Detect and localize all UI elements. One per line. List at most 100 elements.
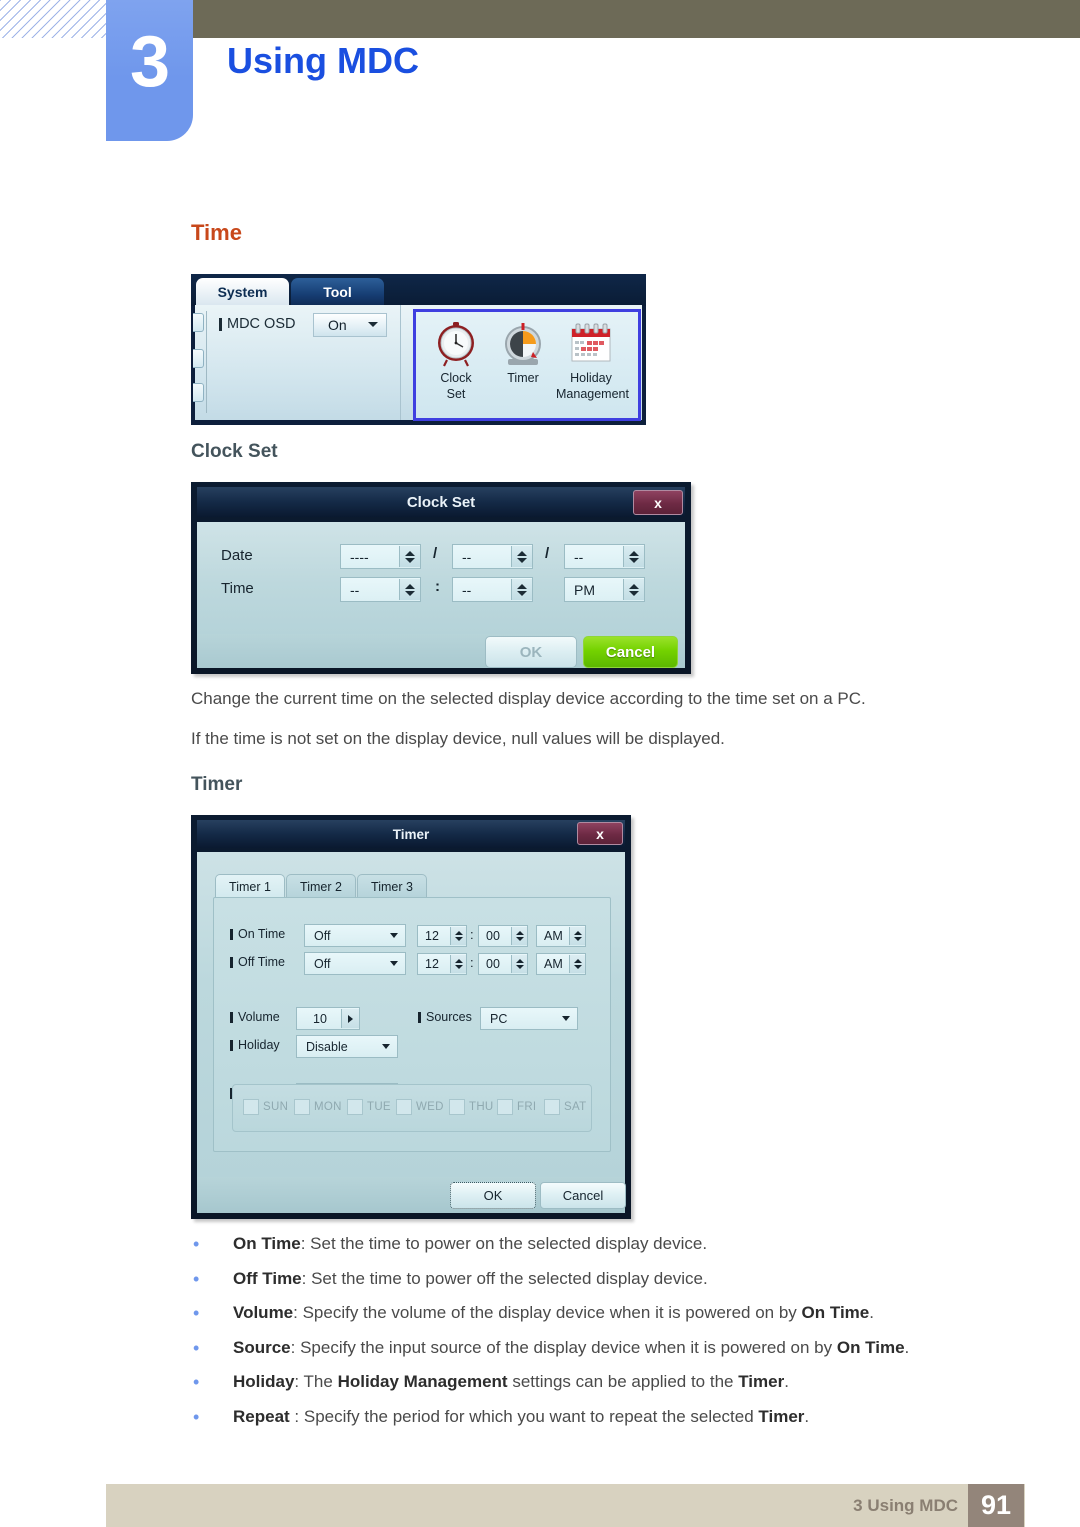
spinner-arrows-icon[interactable] <box>623 546 644 567</box>
checkbox-sat[interactable]: SAT <box>544 1099 586 1115</box>
tool-timer-label-line1: Timer <box>507 371 539 385</box>
checkbox-tue[interactable]: TUE <box>347 1099 391 1115</box>
list-item-rest: : The <box>294 1372 338 1391</box>
checkbox-fri[interactable]: FRI <box>497 1099 536 1115</box>
off-time-label: Off Time <box>230 955 285 969</box>
volume-stepper[interactable]: 10 <box>296 1007 360 1030</box>
mdc-osd-label: MDC OSD <box>219 316 295 332</box>
mdc-osd-dropdown[interactable]: On <box>313 313 387 337</box>
checkbox-sun[interactable]: SUN <box>243 1099 288 1115</box>
spinner-arrows-icon[interactable] <box>399 546 420 567</box>
volume-value: 10 <box>313 1011 327 1026</box>
timer-dialog-footer: OK Cancel <box>197 1177 626 1213</box>
time-hour-spinner[interactable]: -- <box>340 577 421 602</box>
spinner-arrows-icon[interactable] <box>511 546 532 567</box>
chapter-number-badge: 3 <box>106 0 193 141</box>
chevron-down-icon <box>390 933 398 938</box>
date-year-value: ---- <box>350 548 369 565</box>
tab-system[interactable]: System <box>196 278 289 306</box>
timer-title-text: Timer <box>392 826 430 842</box>
list-item: • Holiday: The Holiday Management settin… <box>191 1371 991 1393</box>
checkbox-icon[interactable] <box>396 1099 412 1115</box>
tab-timer-2[interactable]: Timer 2 <box>286 874 356 898</box>
header-top-bar <box>193 0 1080 38</box>
checkbox-icon[interactable] <box>497 1099 513 1115</box>
on-time-label-text: On Time <box>238 927 286 941</box>
on-time-hour-spinner[interactable]: 12 <box>417 925 467 947</box>
checkbox-icon[interactable] <box>243 1099 259 1115</box>
clock-set-cancel-button[interactable]: Cancel <box>583 636 678 668</box>
tab-tool[interactable]: Tool <box>291 278 384 306</box>
tool-clock-set[interactable]: Clock Set <box>421 317 491 401</box>
tab-timer-1[interactable]: Timer 1 <box>215 874 285 898</box>
date-month-spinner[interactable]: -- <box>452 544 533 569</box>
list-item: • On Time: Set the time to power on the … <box>191 1233 991 1255</box>
time-ampm-spinner[interactable]: PM <box>564 577 645 602</box>
time-label: Time <box>221 580 254 597</box>
volume-increase-icon[interactable] <box>341 1009 359 1028</box>
checkbox-mon[interactable]: MON <box>294 1099 342 1115</box>
spinner-arrows-icon[interactable] <box>450 955 466 973</box>
edge-stub-1 <box>193 313 204 332</box>
list-item-text: Holiday: The Holiday Management settings… <box>233 1371 789 1393</box>
timer-ok-button[interactable]: OK <box>450 1182 536 1209</box>
off-time-minute-value: 00 <box>486 957 500 971</box>
list-item: • Off Time: Set the time to power off th… <box>191 1268 991 1290</box>
on-time-ampm-spinner[interactable]: AM <box>536 925 586 947</box>
volume-label-text: Volume <box>238 1010 280 1024</box>
holiday-label: Holiday <box>230 1038 280 1052</box>
bullet-marker-icon: • <box>193 1268 200 1289</box>
clock-set-ok-button[interactable]: OK <box>485 636 577 668</box>
close-icon[interactable]: x <box>577 822 623 845</box>
tab-timer-3[interactable]: Timer 3 <box>357 874 427 898</box>
off-time-ampm-spinner[interactable]: AM <box>536 953 586 975</box>
spinner-arrows-icon[interactable] <box>511 579 532 600</box>
holiday-dropdown[interactable]: Disable <box>296 1035 398 1058</box>
spinner-arrows-icon[interactable] <box>569 927 585 945</box>
off-time-minute-spinner[interactable]: 00 <box>478 953 528 975</box>
checkbox-icon[interactable] <box>544 1099 560 1115</box>
spinner-arrows-icon[interactable] <box>511 927 527 945</box>
list-item-term: Volume <box>233 1303 294 1322</box>
on-time-mode-dropdown[interactable]: Off <box>304 924 406 947</box>
tool-timer[interactable]: Timer <box>488 317 558 387</box>
date-separator-2: / <box>545 545 550 562</box>
clock-set-body: Date Time ---- / -- / -- -- : -- PM <box>197 522 685 634</box>
panel-vertical-rule <box>400 305 401 420</box>
checkbox-icon[interactable] <box>449 1099 465 1115</box>
close-icon[interactable]: x <box>633 490 683 515</box>
checkbox-wed[interactable]: WED <box>396 1099 444 1115</box>
spinner-arrows-icon[interactable] <box>569 955 585 973</box>
off-time-label-text: Off Time <box>238 955 286 969</box>
list-item-tail: . <box>869 1303 874 1322</box>
list-item-term: On Time <box>233 1234 301 1253</box>
on-time-ampm-value: AM <box>544 929 563 943</box>
footer-chapter-label: 3 Using MDC <box>853 1496 958 1515</box>
off-time-mode-dropdown[interactable]: Off <box>304 952 406 975</box>
sources-value: PC <box>490 1011 508 1026</box>
holiday-label-text: Holiday <box>238 1038 280 1052</box>
spinner-arrows-icon[interactable] <box>511 955 527 973</box>
date-year-spinner[interactable]: ---- <box>340 544 421 569</box>
on-time-minute-spinner[interactable]: 00 <box>478 925 528 947</box>
holiday-value: Disable <box>306 1039 348 1054</box>
off-time-hour-spinner[interactable]: 12 <box>417 953 467 975</box>
sources-dropdown[interactable]: PC <box>480 1007 578 1030</box>
time-minute-spinner[interactable]: -- <box>452 577 533 602</box>
off-time-colon: : <box>470 955 474 970</box>
panel-divider <box>206 311 207 413</box>
tool-holiday-management[interactable]: Holiday Management <box>556 317 629 401</box>
spinner-arrows-icon[interactable] <box>450 927 466 945</box>
on-time-hour-value: 12 <box>425 929 439 943</box>
tool-holiday-label-line1: Holiday <box>570 371 612 385</box>
spinner-arrows-icon[interactable] <box>623 579 644 600</box>
spinner-arrows-icon[interactable] <box>399 579 420 600</box>
field-tick-icon <box>418 1011 421 1023</box>
on-time-colon: : <box>470 927 474 942</box>
checkbox-icon[interactable] <box>294 1099 310 1115</box>
list-item-term2: On Time <box>836 1337 905 1357</box>
checkbox-thu[interactable]: THU <box>449 1099 494 1115</box>
checkbox-icon[interactable] <box>347 1099 363 1115</box>
timer-cancel-button[interactable]: Cancel <box>540 1182 626 1209</box>
date-day-spinner[interactable]: -- <box>564 544 645 569</box>
